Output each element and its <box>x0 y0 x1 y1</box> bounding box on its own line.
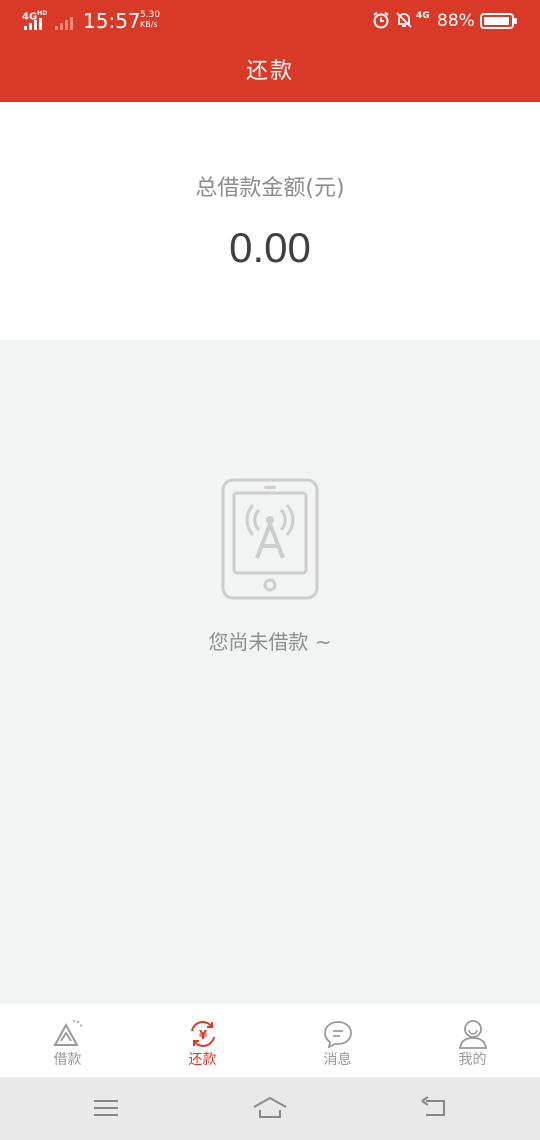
profile-icon <box>458 1020 488 1049</box>
tab-repay-label: 还款 <box>188 1052 217 1068</box>
empty-tablet-tower-icon <box>221 478 319 600</box>
page-title: 还款 <box>245 59 294 84</box>
bottom-tab-bar: 借款 ¥ 还款 消息 我的 <box>0 1002 540 1077</box>
battery-percent: 88% <box>437 11 475 31</box>
alarm-icon <box>373 11 389 29</box>
total-loan-amount: 0.00 <box>229 224 311 271</box>
empty-state-message: 您尚未借款 ~ <box>208 630 332 654</box>
tab-loan[interactable]: 借款 <box>0 1003 135 1078</box>
battery-icon <box>480 13 517 29</box>
tab-messages[interactable]: 消息 <box>270 1003 405 1078</box>
svg-text:¥: ¥ <box>199 1028 208 1042</box>
tab-loan-label: 借款 <box>53 1052 82 1068</box>
tab-profile[interactable]: 我的 <box>405 1003 540 1078</box>
message-icon <box>324 1021 352 1049</box>
menu-icon[interactable] <box>92 1093 120 1123</box>
status-bar: 4GHD 15:57 5.30 KB/s 4G 88% <box>0 0 540 42</box>
tab-profile-label: 我的 <box>458 1052 487 1068</box>
network-speed: 5.30 <box>140 10 161 20</box>
back-icon[interactable] <box>420 1093 448 1123</box>
signal-strength-icon <box>24 18 42 30</box>
clock: 15:57 <box>83 9 141 33</box>
loan-summary-card: 总借款金额(元) 0.00 <box>0 102 540 340</box>
loan-icon <box>53 1020 83 1046</box>
repay-icon: ¥ <box>191 1021 215 1047</box>
network-speed-unit: KB/s <box>140 20 158 29</box>
network-indicator-2: 4G <box>416 11 430 21</box>
mute-bell-icon <box>396 12 412 28</box>
tab-repay[interactable]: ¥ 还款 <box>135 1003 270 1078</box>
home-icon[interactable] <box>252 1093 288 1123</box>
system-nav-bar <box>0 1077 540 1140</box>
title-bar: 还款 <box>0 42 540 102</box>
tab-messages-label: 消息 <box>323 1052 352 1068</box>
total-loan-label: 总借款金额(元) <box>195 176 345 201</box>
signal-weak-icon <box>55 17 73 30</box>
